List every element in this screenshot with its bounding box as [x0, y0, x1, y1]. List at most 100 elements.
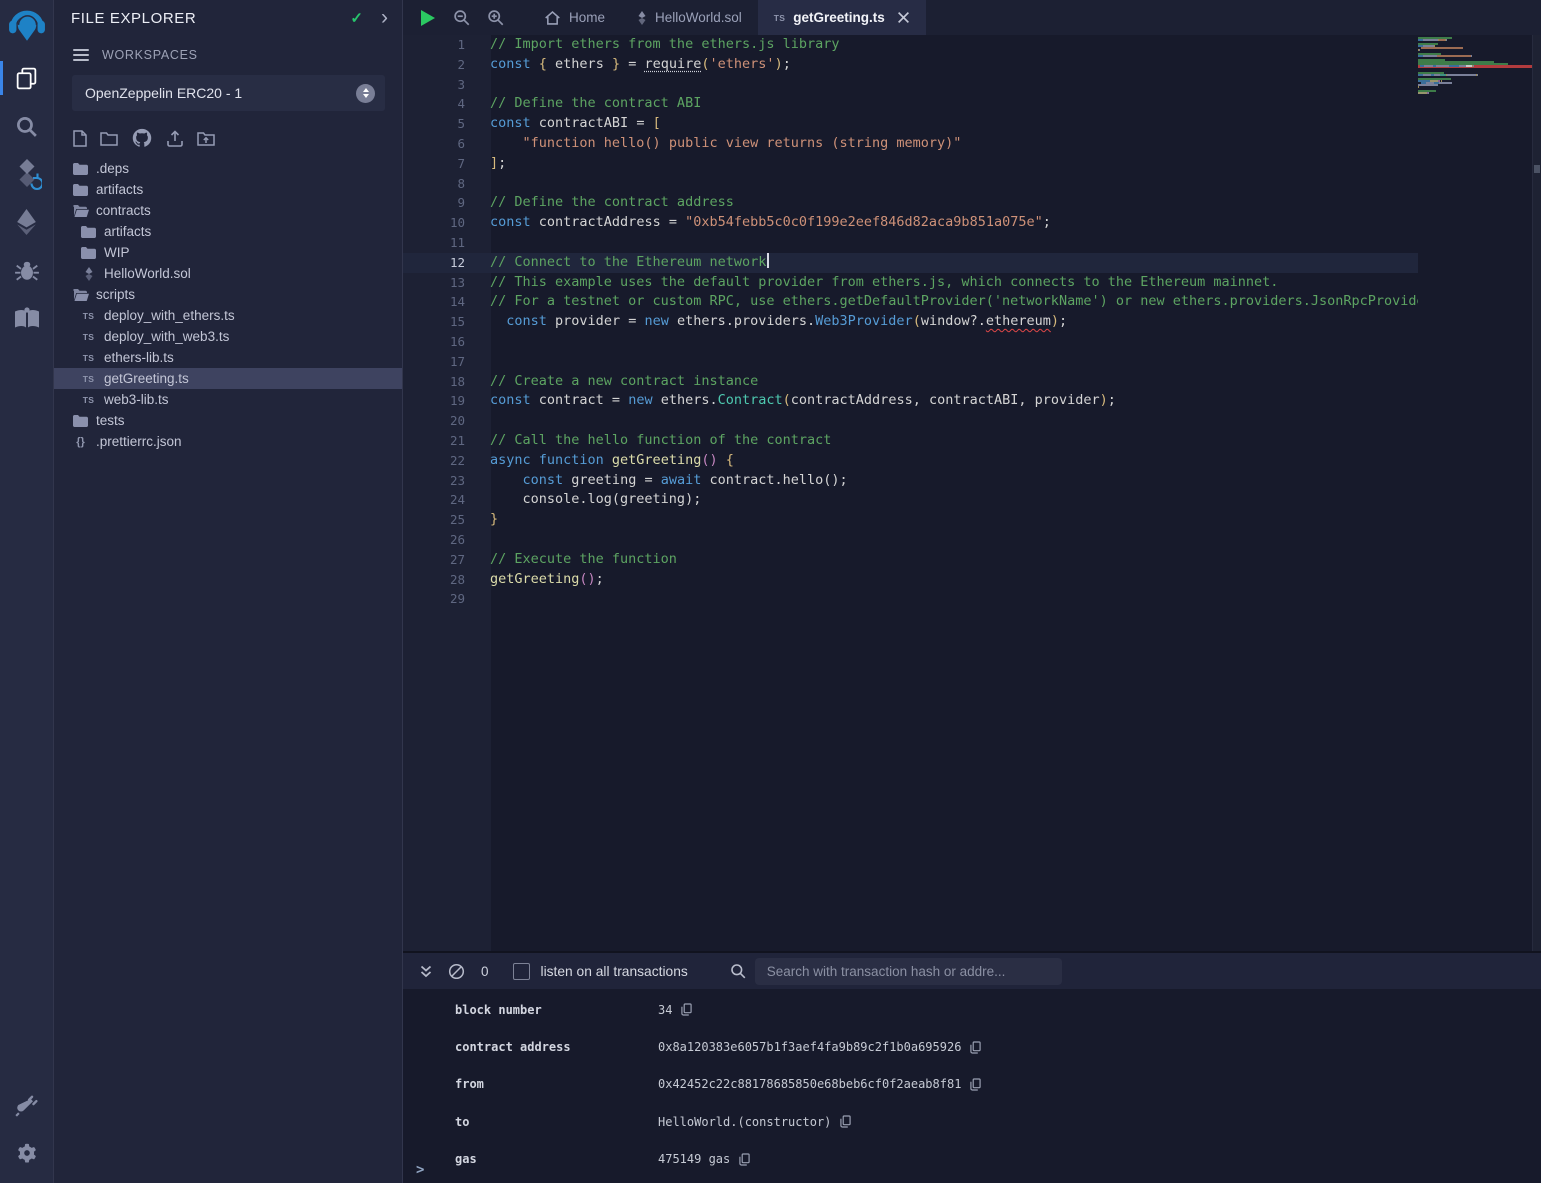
line-number: 18 — [403, 372, 465, 392]
editor-code-area[interactable]: 1// Import ethers from the ethers.js lib… — [403, 35, 1418, 951]
code-line[interactable]: 23 const greeting = await contract.hello… — [403, 471, 1418, 491]
code-line[interactable]: 4// Define the contract ABI — [403, 94, 1418, 114]
code-line[interactable]: 24 console.log(greeting); — [403, 490, 1418, 510]
zoom-out-icon[interactable] — [453, 9, 470, 26]
tree-item-helloworld-sol[interactable]: HelloWorld.sol — [54, 263, 402, 284]
settings-icon[interactable] — [0, 1129, 54, 1177]
file-explorer-icon[interactable] — [0, 54, 54, 102]
code-line[interactable]: 27// Execute the function — [403, 550, 1418, 570]
upload-folder-icon[interactable] — [197, 131, 215, 146]
chevron-double-down-icon[interactable] — [419, 964, 433, 979]
code-editor[interactable]: 1// Import ethers from the ethers.js lib… — [403, 35, 1541, 951]
tree-item-artifacts[interactable]: artifacts — [54, 221, 402, 242]
line-number: 4 — [403, 94, 465, 114]
tab-home[interactable]: Home — [528, 0, 621, 35]
editor-scrollbar[interactable] — [1532, 35, 1541, 951]
search-icon[interactable] — [0, 102, 54, 150]
remix-logo-icon[interactable] — [0, 0, 54, 54]
tree-item-wip[interactable]: WIP — [54, 242, 402, 263]
zoom-in-icon[interactable] — [487, 9, 504, 26]
code-line[interactable]: 19const contract = new ethers.Contract(c… — [403, 391, 1418, 411]
code-line[interactable]: 28getGreeting(); — [403, 570, 1418, 590]
file-tree: .depsartifactscontractsartifactsWIPHello… — [54, 158, 402, 452]
line-number: 27 — [403, 550, 465, 570]
check-icon[interactable]: ✓ — [350, 9, 363, 27]
code-line[interactable]: 16 — [403, 332, 1418, 352]
copy-icon[interactable] — [681, 1003, 692, 1016]
tree-item-deploy-with-ethers-ts[interactable]: TSdeploy_with_ethers.ts — [54, 305, 402, 326]
tree-item-contracts[interactable]: contracts — [54, 200, 402, 221]
solidity-compiler-icon[interactable] — [0, 150, 54, 198]
new-file-icon[interactable] — [73, 130, 87, 147]
terminal-row-label: from — [455, 1077, 658, 1091]
scrollbar-thumb[interactable] — [1534, 165, 1540, 173]
code-line[interactable]: 17 — [403, 352, 1418, 372]
tree-item-scripts[interactable]: scripts — [54, 284, 402, 305]
terminal-prompt[interactable]: > — [416, 1162, 424, 1178]
transaction-search-input[interactable] — [755, 958, 1062, 985]
copy-icon[interactable] — [970, 1041, 981, 1054]
code-text: const contract = new ethers.Contract(con… — [465, 391, 1116, 411]
code-line[interactable]: 21// Call the hello function of the cont… — [403, 431, 1418, 451]
upload-file-icon[interactable] — [166, 130, 184, 147]
file-actions-toolbar — [73, 127, 402, 149]
workspace-dropdown[interactable]: OpenZeppelin ERC20 - 1 — [72, 75, 385, 111]
minimap[interactable] — [1418, 37, 1532, 96]
code-line[interactable]: 18// Create a new contract instance — [403, 372, 1418, 392]
code-line[interactable]: 7]; — [403, 154, 1418, 174]
workspaces-menu-icon[interactable] — [73, 49, 89, 61]
code-line[interactable]: 20 — [403, 411, 1418, 431]
code-line[interactable]: 3 — [403, 75, 1418, 95]
code-line[interactable]: 12// Connect to the Ethereum network — [403, 253, 1418, 273]
deploy-run-icon[interactable] — [0, 198, 54, 246]
tree-item-ethers-lib-ts[interactable]: TSethers-lib.ts — [54, 347, 402, 368]
clear-console-icon[interactable] — [448, 963, 465, 980]
tree-item-getgreeting-ts[interactable]: TSgetGreeting.ts — [54, 368, 402, 389]
chevron-right-icon[interactable]: › — [381, 11, 388, 25]
new-folder-icon[interactable] — [100, 131, 118, 146]
code-line[interactable]: 26 — [403, 530, 1418, 550]
tree-item-web3-lib-ts[interactable]: TSweb3-lib.ts — [54, 389, 402, 410]
tree-item-deploy-with-web3-ts[interactable]: TSdeploy_with_web3.ts — [54, 326, 402, 347]
line-number: 1 — [403, 35, 465, 55]
code-line[interactable]: 29 — [403, 589, 1418, 609]
copy-icon[interactable] — [840, 1115, 851, 1128]
code-line[interactable]: 10const contractAddress = "0xb54febb5c0c… — [403, 213, 1418, 233]
debugger-icon[interactable] — [0, 246, 54, 294]
code-line[interactable]: 8 — [403, 174, 1418, 194]
tab-helloworld-sol[interactable]: HelloWorld.sol — [621, 0, 758, 35]
github-icon[interactable] — [131, 127, 153, 149]
line-number: 14 — [403, 292, 465, 312]
json-icon: {} — [72, 436, 89, 448]
copy-icon[interactable] — [970, 1078, 981, 1091]
tree-item--deps[interactable]: .deps — [54, 158, 402, 179]
tree-item-tests[interactable]: tests — [54, 410, 402, 431]
tree-item--prettierrc-json[interactable]: {}.prettierrc.json — [54, 431, 402, 452]
tab-label: HelloWorld.sol — [655, 10, 742, 25]
code-line[interactable]: 6 "function hello() public view returns … — [403, 134, 1418, 154]
code-line[interactable]: 9// Define the contract address — [403, 193, 1418, 213]
code-line[interactable]: 22async function getGreeting() { — [403, 451, 1418, 471]
close-icon[interactable] — [897, 11, 910, 24]
code-line[interactable]: 25} — [403, 510, 1418, 530]
code-line[interactable]: 14// For a testnet or custom RPC, use et… — [403, 292, 1418, 312]
tree-item-label: HelloWorld.sol — [104, 266, 191, 281]
code-line[interactable]: 1// Import ethers from the ethers.js lib… — [403, 35, 1418, 55]
learneth-icon[interactable] — [0, 294, 54, 342]
code-line[interactable]: 5const contractABI = [ — [403, 114, 1418, 134]
run-script-button[interactable] — [420, 9, 436, 27]
code-line[interactable]: 15 const provider = new ethers.providers… — [403, 312, 1418, 332]
listen-checkbox[interactable] — [513, 963, 530, 980]
copy-icon[interactable] — [739, 1153, 750, 1166]
code-line[interactable]: 13// This example uses the default provi… — [403, 273, 1418, 293]
code-line[interactable]: 11 — [403, 233, 1418, 253]
terminal-header: 0 listen on all transactions — [403, 953, 1541, 989]
code-text — [465, 233, 490, 253]
solidity-file-icon — [80, 267, 97, 281]
line-number: 25 — [403, 510, 465, 530]
plugin-manager-icon[interactable] — [0, 1081, 54, 1129]
code-line[interactable]: 2const { ethers } = require('ethers'); — [403, 55, 1418, 75]
tab-getgreeting-ts[interactable]: TSgetGreeting.ts — [758, 0, 926, 35]
workspace-switch-icon[interactable] — [356, 84, 375, 103]
tree-item-artifacts[interactable]: artifacts — [54, 179, 402, 200]
